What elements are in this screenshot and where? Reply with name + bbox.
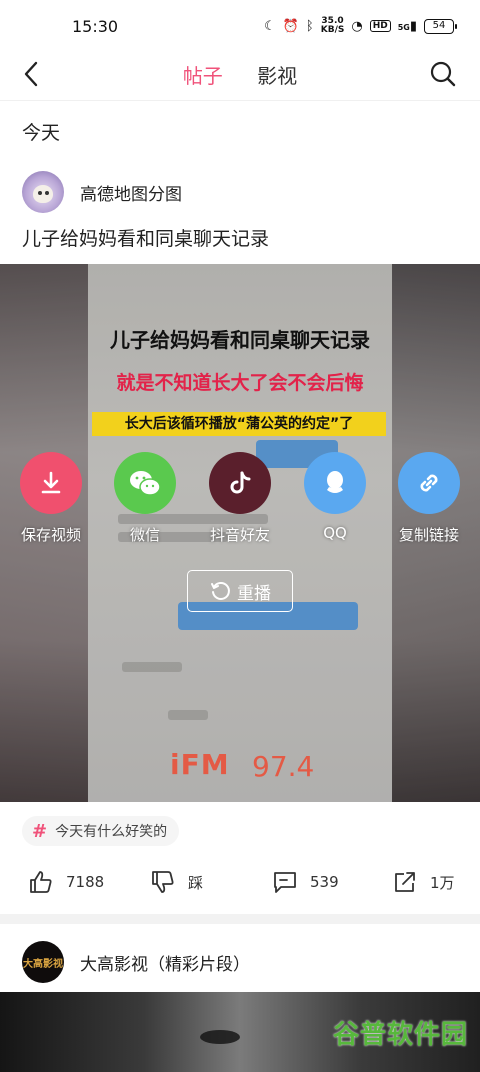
- qq-icon: [304, 452, 366, 514]
- moon-icon: ☾: [264, 18, 276, 34]
- post-title[interactable]: 儿子给妈妈看和同桌聊天记录: [22, 224, 269, 251]
- share-count: 1万: [430, 873, 455, 892]
- download-icon: [20, 452, 82, 514]
- replay-button[interactable]: 重播: [187, 570, 293, 612]
- network-speed: 35.0 KB/S: [320, 16, 345, 35]
- share-label: 复制链接: [398, 526, 459, 544]
- wechat-icon: [114, 452, 176, 514]
- nav-divider: [0, 100, 480, 101]
- video-logo-number: 97.4: [252, 750, 315, 783]
- tiktok-icon: [209, 452, 271, 514]
- like-button[interactable]: 7188: [28, 862, 104, 902]
- save-video-button[interactable]: 保存视频: [1, 452, 101, 545]
- share-wechat-button[interactable]: 微信: [95, 452, 195, 545]
- share-label: 抖音好友: [209, 526, 270, 544]
- battery-indicator: 54: [424, 18, 457, 34]
- link-icon: [398, 452, 460, 514]
- comment-count: 539: [310, 873, 339, 891]
- avatar[interactable]: [22, 171, 64, 213]
- status-time: 15:30: [72, 16, 119, 36]
- post-separator: [0, 914, 480, 924]
- author-name[interactable]: 大高影视（精彩片段）: [80, 950, 250, 975]
- share-button[interactable]: 1万: [392, 862, 455, 902]
- tab-video[interactable]: 影视: [257, 60, 297, 89]
- replay-icon: [211, 582, 230, 600]
- watermark: 谷普软件园: [332, 1020, 468, 1050]
- like-count: 7188: [66, 873, 105, 891]
- share-qq-button[interactable]: QQ: [285, 452, 385, 542]
- share-icon: [395, 872, 415, 892]
- bluetooth-icon: ᛒ: [305, 18, 314, 34]
- author-name[interactable]: 高德地图分图: [80, 180, 182, 205]
- hashtag-icon: #: [32, 820, 48, 842]
- tag-label: 今天有什么好笑的: [55, 824, 168, 840]
- next-post-author[interactable]: 大高影视 大高影视（精彩片段）: [22, 940, 250, 984]
- avatar[interactable]: 大高影视: [22, 941, 64, 983]
- topic-tag[interactable]: # 今天有什么好笑的: [22, 816, 180, 846]
- share-options: 保存视频 微信 抖音好友 QQ 复制链接: [0, 452, 480, 548]
- search-icon[interactable]: [428, 59, 458, 89]
- video-caption-2: 就是不知道长大了会不会后悔: [116, 372, 364, 394]
- video-caption-1: 儿子给妈妈看和同桌聊天记录: [110, 328, 370, 352]
- tab-bar: 帖子 影视: [0, 60, 480, 89]
- next-video-thumbnail[interactable]: 谷普软件园: [0, 992, 480, 1072]
- dislike-button[interactable]: 踩: [150, 862, 203, 902]
- post-actions: 7188 踩 539 1万: [0, 862, 480, 902]
- alarm-icon: ⏰: [282, 18, 299, 34]
- dislike-label: 踩: [188, 873, 204, 892]
- share-label: 微信: [129, 526, 160, 544]
- wifi-icon: ◔: [351, 18, 363, 34]
- top-nav: 帖子 影视: [0, 52, 480, 96]
- section-label-today: 今天: [22, 122, 61, 144]
- copy-link-button[interactable]: 复制链接: [379, 452, 479, 545]
- signal-icon: 5G▮: [397, 18, 417, 34]
- comment-icon: [274, 872, 296, 893]
- share-label: QQ: [323, 524, 347, 542]
- share-label: 保存视频: [20, 526, 81, 544]
- video-logo: iFM: [170, 748, 230, 781]
- thumbs-down-icon: [152, 871, 174, 893]
- status-bar: 15:30 ☾ ⏰ ᛒ 35.0 KB/S ◔ HD 5G▮ 54: [0, 0, 480, 52]
- comment-button[interactable]: 539: [272, 862, 339, 902]
- thumbs-up-icon: [30, 871, 52, 893]
- tab-posts[interactable]: 帖子: [183, 60, 223, 89]
- status-icons: ☾ ⏰ ᛒ 35.0 KB/S ◔ HD 5G▮ 54: [264, 16, 457, 35]
- video-caption-3: 长大后该循环播放“蒲公英的约定”了: [92, 412, 386, 436]
- post-author[interactable]: 高德地图分图: [22, 170, 182, 214]
- share-tiktok-button[interactable]: 抖音好友: [190, 452, 290, 545]
- hd-badge: HD: [369, 20, 391, 32]
- replay-label: 重播: [237, 583, 271, 604]
